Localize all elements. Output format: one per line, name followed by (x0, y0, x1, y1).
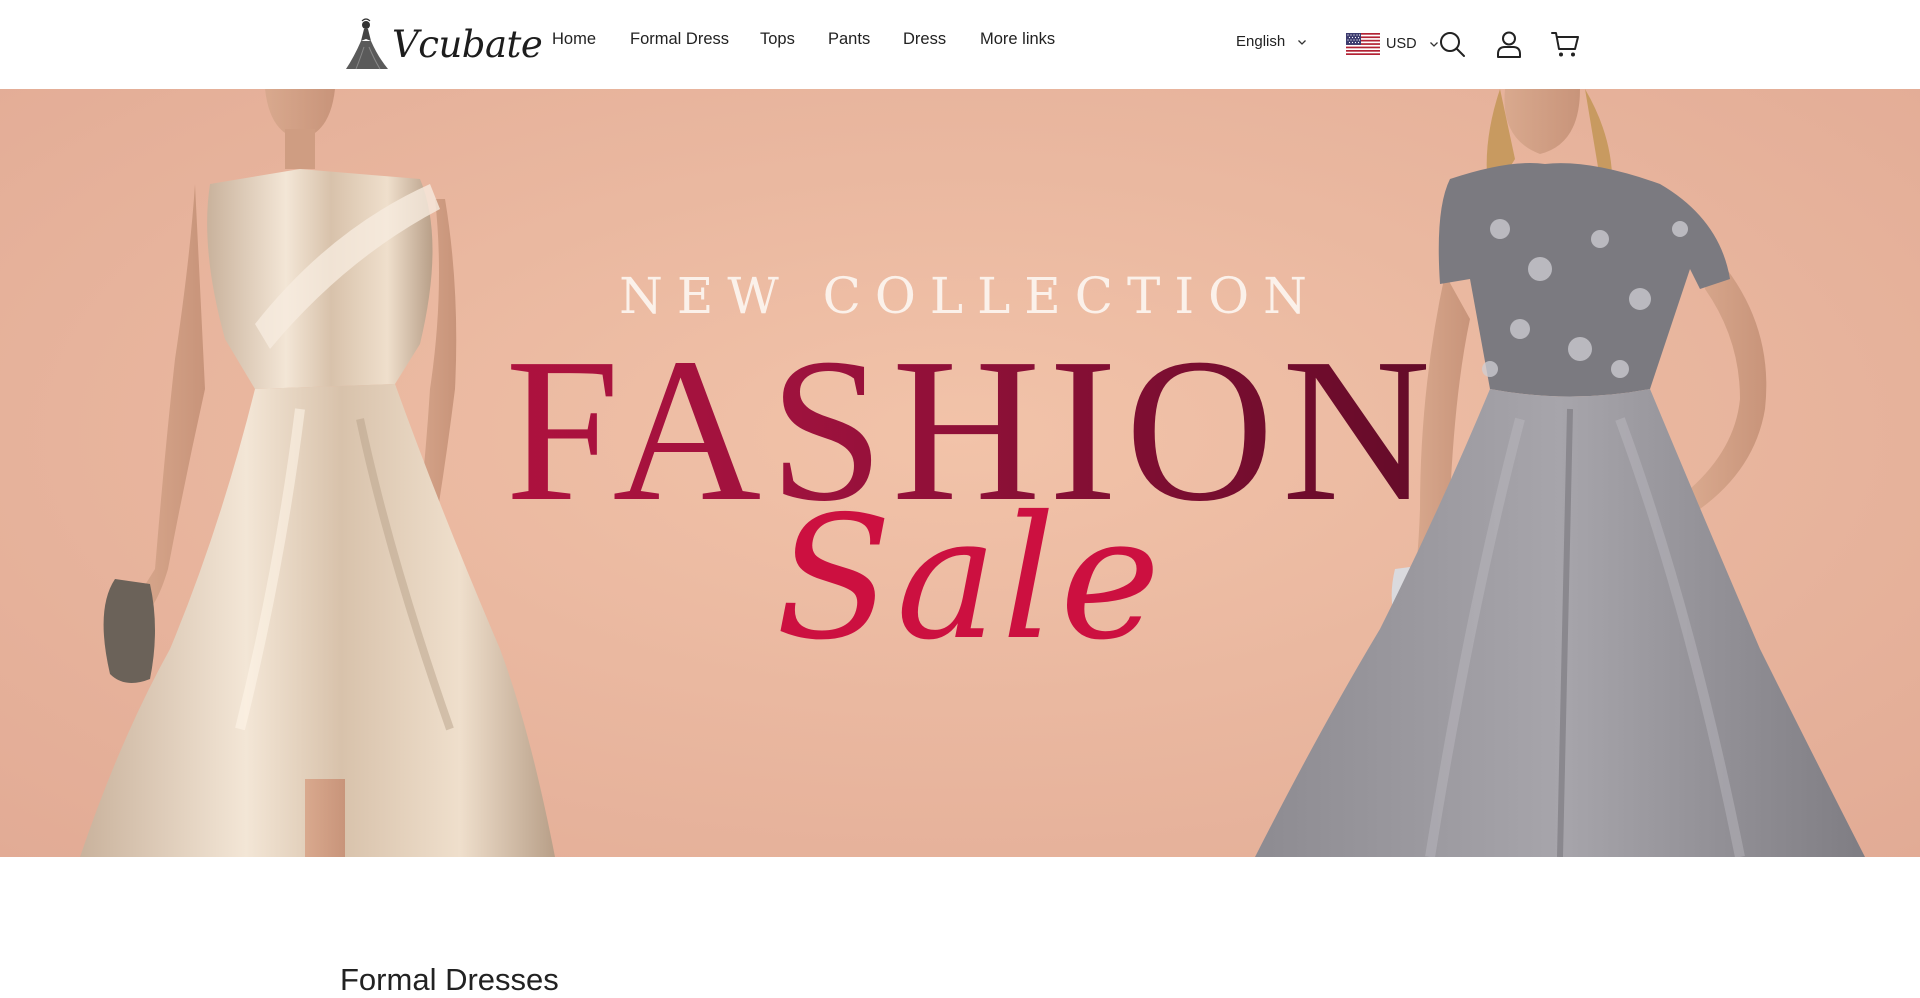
logo-dress-icon (346, 18, 388, 70)
nav-item-more-links[interactable]: More links (980, 30, 1055, 49)
nav-item-tops[interactable]: Tops (760, 30, 795, 49)
us-flag-icon (1346, 33, 1380, 55)
cart-icon[interactable] (1551, 30, 1580, 58)
user-icon[interactable] (1495, 30, 1523, 58)
language-value: English (1236, 33, 1286, 50)
brand-logo[interactable]: Vcubate (344, 16, 543, 72)
nav-item-home[interactable]: Home (552, 30, 596, 49)
chevron-down-icon (1298, 39, 1307, 45)
currency-value: USD (1386, 36, 1417, 52)
section-title: Formal Dresses (340, 961, 559, 997)
brand-name: Vcubate (392, 22, 543, 66)
hero-banner[interactable]: NEW COLLECTION FASHION Sale (0, 89, 1920, 857)
hero-script-text: Sale (775, 480, 1165, 678)
nav-item-pants[interactable]: Pants (828, 30, 870, 49)
site-header: Vcubate Home Formal Dress Tops Pants Dre… (0, 0, 1920, 89)
search-icon[interactable] (1438, 30, 1466, 58)
language-selector[interactable]: English (1236, 33, 1307, 50)
currency-selector[interactable]: USD (1346, 33, 1439, 55)
nav-item-formal-dress[interactable]: Formal Dress (630, 30, 729, 49)
nav-item-dress[interactable]: Dress (903, 30, 946, 49)
